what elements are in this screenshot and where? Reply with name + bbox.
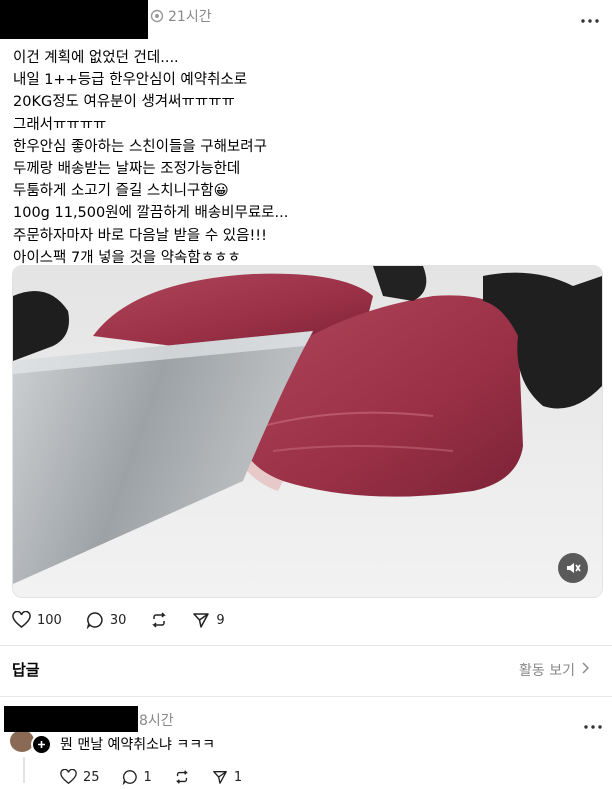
- comment-icon: [122, 769, 138, 785]
- comment-count: 30: [109, 612, 127, 628]
- like-button[interactable]: 100: [12, 611, 62, 629]
- reply-timestamp: 8시간: [139, 713, 174, 729]
- share-count: 1: [233, 769, 243, 785]
- comment-button[interactable]: 1: [122, 769, 152, 785]
- mute-icon[interactable]: [558, 553, 588, 583]
- thread-line: [23, 757, 25, 783]
- redacted-username: [4, 706, 138, 732]
- like-count: 100: [37, 612, 62, 628]
- like-count: 25: [83, 769, 100, 785]
- share-button[interactable]: 1: [212, 769, 242, 785]
- post-line: 그래서ㅠㅠㅠㅠ: [13, 116, 107, 133]
- divider: [0, 696, 612, 697]
- repost-icon: [174, 769, 190, 785]
- reply-text: 뭔 맨날 예약취소냐 ㅋㅋㅋ: [60, 737, 216, 753]
- activity-link[interactable]: 활동 보기: [519, 660, 590, 680]
- post-line: 이건 계획에 없었던 건데....: [13, 50, 179, 66]
- activity-link-label: 활동 보기: [519, 663, 575, 679]
- post-body: 이건 계획에 없었던 건데.... 내일 1++등급 한우안심이 예약취소로 2…: [13, 47, 288, 269]
- post-line: 20KG정도 여유분이 생겨써ㅠㅠㅠㅠ: [13, 94, 235, 111]
- heart-icon: [60, 769, 77, 785]
- share-button[interactable]: 9: [192, 611, 225, 629]
- share-icon: [192, 611, 210, 629]
- replies-title: 답글: [12, 661, 40, 679]
- video-frame-illustration: [13, 266, 602, 597]
- post-line: 100g 11,500원에 깔끔하게 배송비무료로...: [13, 205, 289, 222]
- reply-actions: 25 1 1: [60, 769, 242, 785]
- comment-count: 1: [143, 769, 152, 785]
- post-timestamp: 21시간: [168, 9, 212, 25]
- comment-icon: [86, 611, 104, 629]
- like-button[interactable]: 25: [60, 769, 100, 785]
- share-count: 9: [216, 612, 225, 628]
- chevron-right-icon: [581, 662, 590, 678]
- post-actions: 100 30 9: [12, 611, 225, 629]
- share-icon: [212, 769, 228, 785]
- post-line: 한우안심 좋아하는 스친이들을 구해보려구: [13, 138, 267, 155]
- repost-icon: [150, 611, 168, 629]
- eye-icon: [150, 8, 164, 27]
- post-line: 내일 1++등급 한우안심이 예약취소로: [13, 72, 248, 89]
- more-icon[interactable]: [580, 10, 600, 29]
- post-video[interactable]: [12, 265, 603, 598]
- follow-plus-icon[interactable]: [31, 734, 52, 755]
- divider: [0, 645, 612, 646]
- repost-button[interactable]: [150, 611, 168, 629]
- post-line: 두께랑 배송받는 날짜는 조정가능한데: [13, 161, 241, 178]
- redacted-username: [0, 0, 148, 39]
- repost-button[interactable]: [174, 769, 190, 785]
- post-line: 주문하자마자 바로 다음날 받을 수 있음!!!: [13, 227, 267, 244]
- more-icon[interactable]: [583, 716, 603, 735]
- comment-button[interactable]: 30: [86, 611, 127, 629]
- post-line: 두툼하게 소고기 즐길 스치니구함😀: [13, 183, 229, 200]
- heart-icon: [12, 611, 31, 629]
